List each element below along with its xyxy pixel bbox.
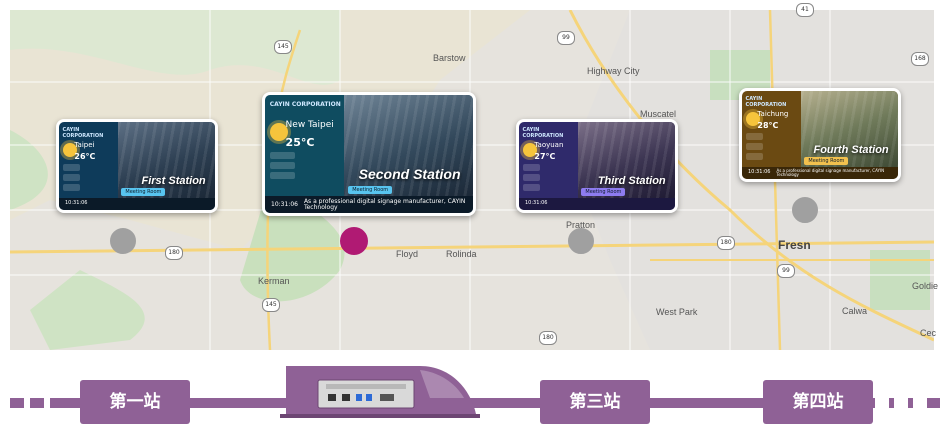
highway-shield: 41 bbox=[796, 3, 814, 17]
highway-shield: 180 bbox=[717, 236, 735, 250]
highway-shield: 145 bbox=[274, 40, 292, 54]
place-label: West Park bbox=[656, 307, 698, 317]
ticker-bar: 10:31:06 As a professional digital signa… bbox=[742, 166, 898, 179]
temperature-label: 27°C bbox=[534, 152, 556, 162]
place-label: Kerman bbox=[258, 276, 290, 286]
temperature-label: 25°C bbox=[285, 135, 315, 149]
train-icon bbox=[280, 366, 480, 418]
place-label: Calwa bbox=[842, 306, 868, 316]
station-pin-1[interactable] bbox=[110, 228, 136, 254]
weather-panel: CAYIN CORPORATION Taipei 26°C bbox=[59, 122, 118, 198]
highway-shield: 168 bbox=[911, 52, 929, 66]
highway-shield: 99 bbox=[557, 31, 575, 45]
weather-panel: CAYIN CORPORATION New Taipei 25°C bbox=[265, 95, 344, 196]
track-dash bbox=[10, 398, 24, 408]
company-logo: CAYIN CORPORATION bbox=[269, 101, 341, 109]
highway-shield: 180 bbox=[165, 246, 183, 260]
clock-label: 10:31:06 bbox=[525, 200, 548, 207]
station-title: Second Station bbox=[358, 166, 461, 183]
station-card-3[interactable]: CAYIN CORPORATION Taoyuan 27°C Meeting R… bbox=[516, 119, 678, 213]
station-label-3[interactable]: 第三站 bbox=[540, 380, 650, 424]
city-label: New Taipei bbox=[285, 120, 334, 131]
place-label: Fresn bbox=[778, 238, 811, 252]
place-label: Barstow bbox=[433, 53, 466, 63]
track-gap bbox=[894, 398, 908, 408]
station-card-2[interactable]: CAYIN CORPORATION New Taipei 25°C Meetin… bbox=[262, 92, 476, 216]
city-label: Taipei bbox=[74, 140, 95, 149]
forecast-rows bbox=[269, 151, 296, 182]
station-title: Third Station bbox=[597, 175, 666, 188]
company-logo: CAYIN CORPORATION bbox=[522, 126, 564, 139]
station-pin-2-active[interactable] bbox=[340, 227, 368, 255]
forecast-rows bbox=[745, 133, 764, 163]
track-gap bbox=[875, 398, 889, 408]
station-card-4[interactable]: CAYIN CORPORATION Taichung 28°C Meeting … bbox=[739, 88, 901, 182]
station-title: First Station bbox=[141, 175, 206, 188]
city-label: Taoyuan bbox=[534, 140, 564, 149]
station-pin-3[interactable] bbox=[568, 228, 594, 254]
station-card-1[interactable]: CAYIN CORPORATION Taipei 26°C Meeting Ro… bbox=[56, 119, 218, 213]
highway-shield: 145 bbox=[262, 298, 280, 312]
meeting-chip: Meeting Room bbox=[121, 187, 166, 196]
station-label-1[interactable]: 第一站 bbox=[80, 380, 190, 424]
place-label: Rolinda bbox=[446, 249, 477, 259]
ticker-bar: 10:31:06 bbox=[519, 197, 675, 210]
temperature-label: 28°C bbox=[757, 121, 779, 131]
company-logo: CAYIN CORPORATION bbox=[62, 126, 104, 139]
ticker-bar: 10:31:06 As a professional digital signa… bbox=[265, 196, 473, 213]
forecast-rows bbox=[522, 164, 541, 194]
meeting-chip: Meeting Room bbox=[581, 187, 626, 196]
weather-panel: CAYIN CORPORATION Taoyuan 27°C bbox=[519, 122, 578, 198]
clock-label: 10:31:06 bbox=[748, 169, 771, 176]
track-gap bbox=[913, 398, 927, 408]
place-label: Muscatel bbox=[640, 109, 677, 119]
place-label: Goldie bbox=[912, 281, 939, 291]
station-label-4[interactable]: 第四站 bbox=[763, 380, 873, 424]
clock-label: 10:31:06 bbox=[271, 200, 298, 208]
weather-panel: CAYIN CORPORATION Taichung 28°C bbox=[742, 91, 801, 167]
track-dash bbox=[30, 398, 44, 408]
station-pin-4[interactable] bbox=[792, 197, 818, 223]
place-label: Highway City bbox=[587, 66, 640, 76]
clock-label: 10:31:06 bbox=[65, 200, 88, 207]
temperature-label: 26°C bbox=[74, 152, 96, 162]
company-logo: CAYIN CORPORATION bbox=[745, 95, 787, 108]
meeting-chip: Meeting Room bbox=[804, 156, 849, 165]
place-label: Cec bbox=[920, 328, 937, 338]
city-label: Taichung bbox=[757, 109, 789, 118]
meeting-chip: Meeting Room bbox=[348, 186, 393, 195]
ticker-text: As a professional digital signage manufa… bbox=[776, 167, 885, 177]
highway-shield: 180 bbox=[539, 331, 557, 345]
station-title: Fourth Station bbox=[813, 144, 889, 157]
forecast-rows bbox=[62, 164, 81, 194]
ticker-text: As a professional digital signage manufa… bbox=[303, 197, 466, 211]
highway-shield: 99 bbox=[777, 264, 795, 278]
ticker-bar: 10:31:06 bbox=[59, 197, 215, 210]
place-label: Floyd bbox=[396, 249, 419, 259]
